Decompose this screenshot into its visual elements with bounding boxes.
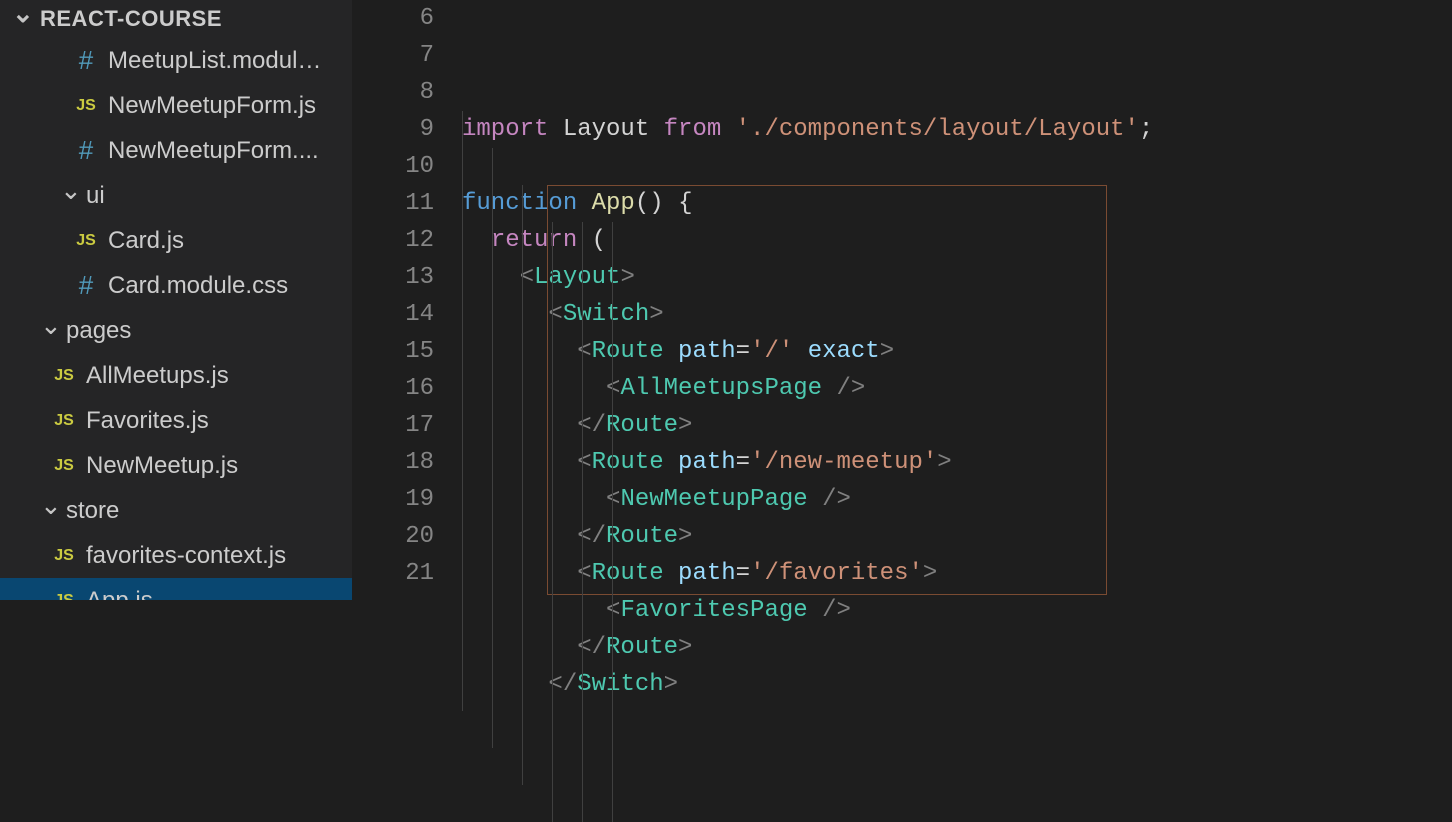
- css-file-icon: #: [72, 135, 100, 166]
- file-label: Card.module.css: [108, 272, 352, 300]
- line-number: 10: [352, 148, 434, 185]
- file-item[interactable]: JS favorites-context.js: [0, 533, 352, 578]
- project-header[interactable]: REACT-COURSE: [0, 0, 352, 38]
- file-item[interactable]: JS Favorites.js: [0, 398, 352, 443]
- file-label: favorites-context.js: [86, 542, 352, 570]
- js-file-icon: JS: [50, 367, 78, 385]
- js-file-icon: JS: [50, 412, 78, 430]
- line-number: 11: [352, 185, 434, 222]
- indent-guide: [522, 185, 523, 785]
- line-number: 14: [352, 296, 434, 333]
- line-number: 9: [352, 111, 434, 148]
- file-item[interactable]: JS App.js: [0, 578, 352, 600]
- indent-guide: [612, 222, 613, 822]
- indent-guide: [462, 111, 463, 711]
- line-number: 19: [352, 481, 434, 518]
- code-editor[interactable]: 6789101112131415161718192021 import Layo…: [352, 0, 1452, 600]
- code-line[interactable]: import Layout from './components/layout/…: [462, 111, 1452, 148]
- code-line[interactable]: <FavoritesPage />: [462, 592, 1452, 629]
- file-item[interactable]: # MeetupList.modul…: [0, 38, 352, 83]
- line-number: 20: [352, 518, 434, 555]
- line-number: 21: [352, 555, 434, 592]
- file-label: NewMeetupForm....: [108, 137, 352, 165]
- file-label: NewMeetupForm.js: [108, 92, 352, 120]
- code-line[interactable]: [462, 148, 1452, 185]
- file-label: Card.js: [108, 227, 352, 255]
- file-item[interactable]: JS NewMeetup.js: [0, 443, 352, 488]
- line-number: 6: [352, 0, 434, 37]
- line-number: 16: [352, 370, 434, 407]
- folder-item[interactable]: store: [0, 488, 352, 533]
- file-item[interactable]: JS Card.js: [0, 218, 352, 263]
- file-label: AllMeetups.js: [86, 362, 352, 390]
- code-line[interactable]: </Route>: [462, 629, 1452, 666]
- explorer-sidebar: REACT-COURSE # MeetupList.modul… JS NewMeet…: [0, 0, 352, 600]
- js-file-icon: JS: [50, 547, 78, 565]
- folder-item[interactable]: ui: [0, 173, 352, 218]
- js-file-icon: JS: [72, 232, 100, 250]
- selection-highlight: [547, 185, 1107, 595]
- css-file-icon: #: [72, 270, 100, 301]
- line-number: 17: [352, 407, 434, 444]
- line-number-gutter: 6789101112131415161718192021: [352, 0, 462, 600]
- file-tree: # MeetupList.modul… JS NewMeetupForm.js # New…: [0, 38, 352, 600]
- indent-guide: [492, 148, 493, 748]
- line-number: 13: [352, 259, 434, 296]
- line-number: 18: [352, 444, 434, 481]
- indent-guide: [552, 222, 553, 822]
- js-file-icon: JS: [50, 592, 78, 601]
- file-item[interactable]: JS NewMeetupForm.js: [0, 83, 352, 128]
- file-item[interactable]: JS AllMeetups.js: [0, 353, 352, 398]
- chevron-down-icon: [60, 182, 78, 210]
- folder-item[interactable]: pages: [0, 308, 352, 353]
- line-number: 12: [352, 222, 434, 259]
- chevron-down-icon: [12, 6, 30, 32]
- file-label: Favorites.js: [86, 407, 352, 435]
- line-number: 8: [352, 74, 434, 111]
- js-file-icon: JS: [72, 97, 100, 115]
- file-label: pages: [66, 317, 352, 345]
- file-item[interactable]: # Card.module.css: [0, 263, 352, 308]
- project-name: REACT-COURSE: [40, 6, 222, 32]
- file-label: NewMeetup.js: [86, 452, 352, 480]
- indent-guide: [582, 222, 583, 822]
- code-area[interactable]: import Layout from './components/layout/…: [462, 0, 1452, 600]
- line-number: 7: [352, 37, 434, 74]
- css-file-icon: #: [72, 45, 100, 76]
- line-number: 15: [352, 333, 434, 370]
- file-item[interactable]: # NewMeetupForm....: [0, 128, 352, 173]
- file-label: MeetupList.modul…: [108, 47, 352, 75]
- js-file-icon: JS: [50, 457, 78, 475]
- file-label: ui: [86, 182, 352, 210]
- file-label: App.js: [86, 587, 352, 601]
- file-label: store: [66, 497, 352, 525]
- code-line[interactable]: </Switch>: [462, 666, 1452, 703]
- chevron-down-icon: [40, 317, 58, 345]
- chevron-down-icon: [40, 497, 58, 525]
